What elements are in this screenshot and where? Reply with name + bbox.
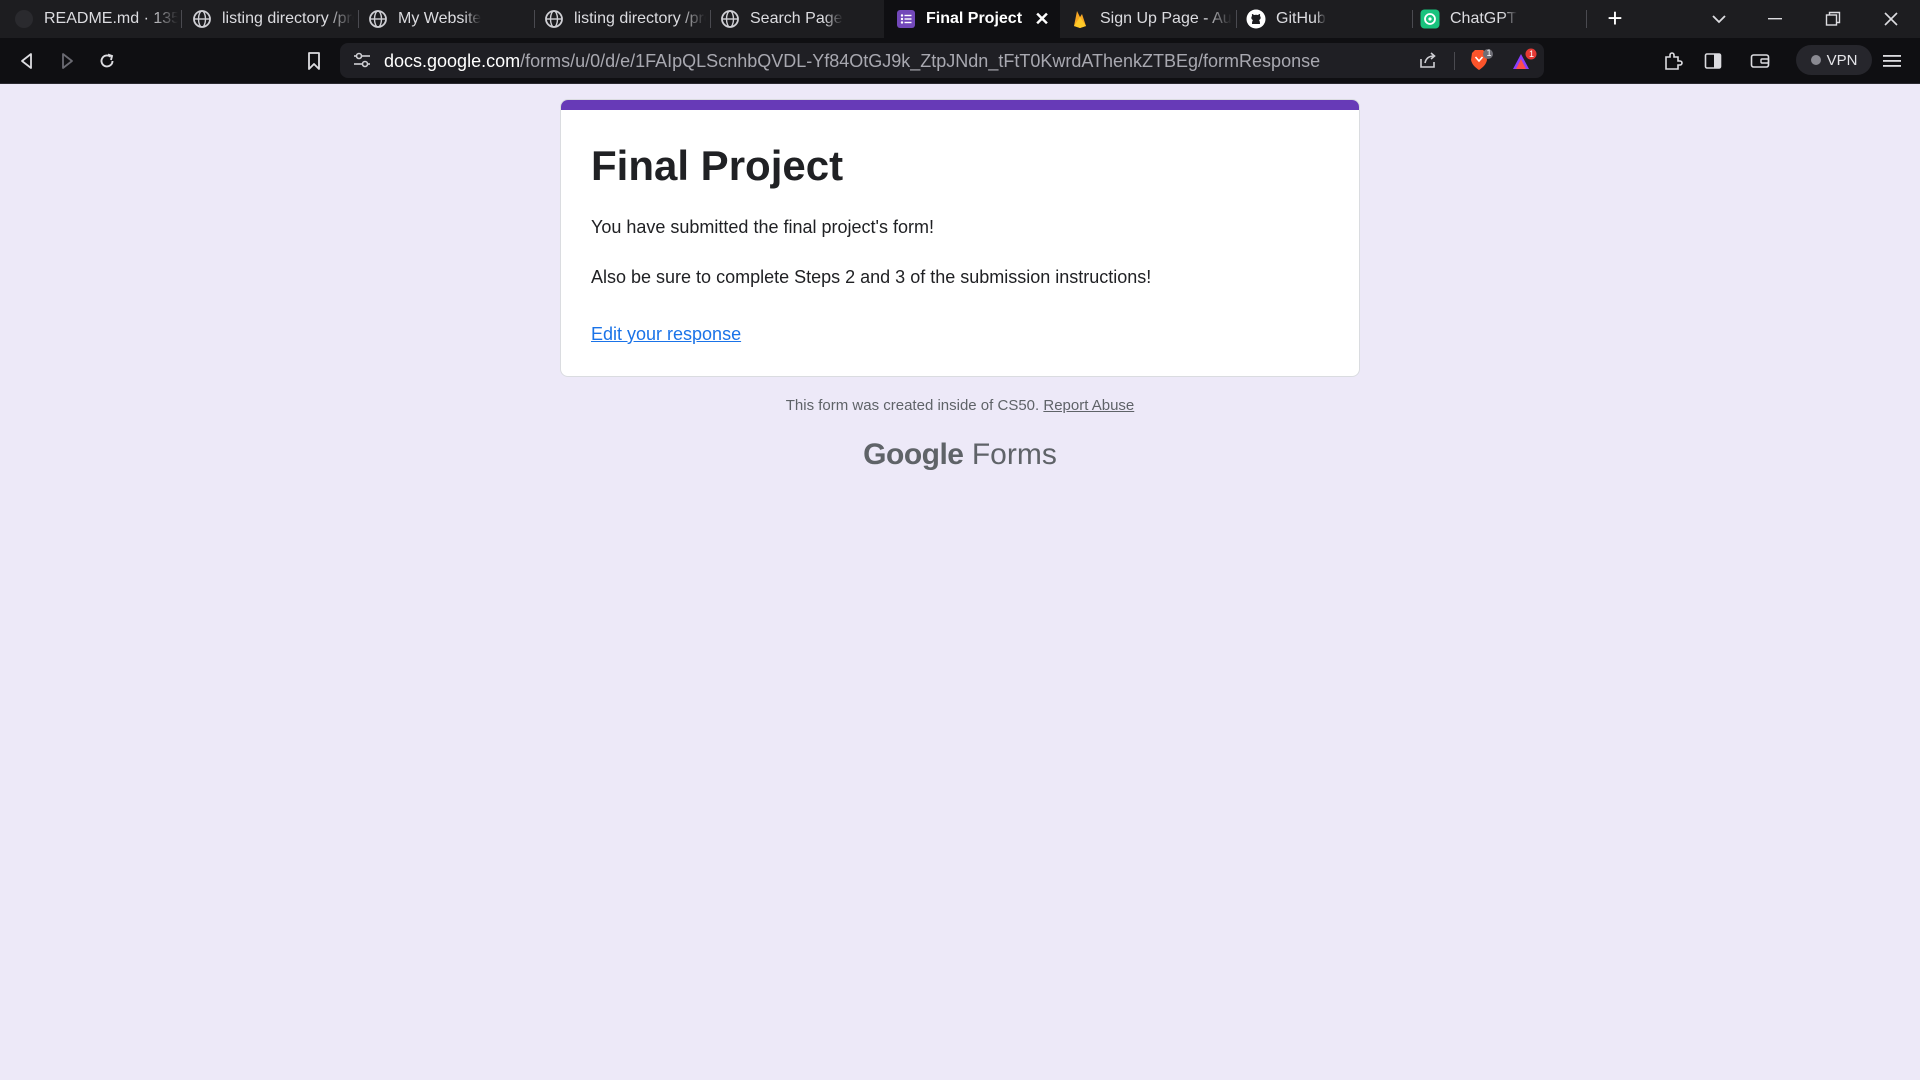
instructions-note: Also be sure to complete Steps 2 and 3 o… xyxy=(591,267,1152,287)
sidebar-toggle-button[interactable] xyxy=(1699,47,1727,75)
puzzle-icon xyxy=(1665,52,1683,70)
hamburger-menu-icon xyxy=(1883,55,1901,67)
tab-title: ChatGPT xyxy=(1450,10,1517,27)
vpn-button[interactable]: VPN xyxy=(1796,45,1872,75)
tab-strip: README.md · 1355 listing directory /proj… xyxy=(0,0,1920,38)
menu-button[interactable] xyxy=(1878,47,1906,75)
firebase-icon xyxy=(1070,9,1090,29)
wallet-button[interactable] xyxy=(1746,47,1774,75)
tab-listing-directory-1[interactable]: listing directory /project xyxy=(192,0,354,38)
tab-list-button[interactable] xyxy=(1696,0,1742,38)
tab-divider xyxy=(1412,10,1413,28)
tab-divider xyxy=(710,10,711,28)
shields-badge: 1 xyxy=(1486,48,1492,58)
forward-button[interactable] xyxy=(53,47,81,75)
back-button[interactable] xyxy=(13,47,41,75)
address-bar[interactable]: docs.google.com/forms/u/0/d/e/1FAIpQLScn… xyxy=(340,43,1544,78)
forward-arrow-icon xyxy=(62,53,73,69)
new-tab-button[interactable]: + xyxy=(1600,0,1630,38)
close-window-button[interactable] xyxy=(1868,0,1914,38)
form-confirmation-card: Final Project You have submitted the fin… xyxy=(560,99,1360,377)
tab-divider xyxy=(358,10,359,28)
tab-divider xyxy=(1236,10,1237,28)
bookmark-button[interactable] xyxy=(300,47,328,75)
sidebar-icon xyxy=(1704,53,1722,69)
form-footer: This form was created inside of CS50. Re… xyxy=(0,397,1920,414)
wallet-icon xyxy=(1750,54,1770,68)
confirmation-message: You have submitted the final project's f… xyxy=(591,217,934,237)
tab-title: My Website xyxy=(398,10,482,27)
tab-divider xyxy=(181,10,182,28)
tab-title: Sign Up Page - Authentication xyxy=(1100,10,1232,27)
github-icon xyxy=(1246,9,1266,29)
brave-shields-icon[interactable]: 1 xyxy=(1468,48,1494,74)
tab-title: Final Project xyxy=(926,10,1023,27)
minimize-icon xyxy=(1768,18,1782,20)
vpn-label: VPN xyxy=(1826,51,1858,69)
url-host: docs.google.com xyxy=(384,51,521,71)
bookmark-icon xyxy=(308,52,320,70)
tab-title: GitHub xyxy=(1276,10,1326,27)
tab-divider xyxy=(534,10,535,28)
reload-button[interactable] xyxy=(93,47,121,75)
tab-my-website[interactable]: My Website xyxy=(368,0,532,38)
restore-button[interactable] xyxy=(1810,0,1856,38)
footer-note: This form was created inside of CS50. xyxy=(785,397,1040,414)
tab-title: listing directory /project xyxy=(222,10,354,27)
tab-sign-up-page[interactable]: Sign Up Page - Authentication xyxy=(1070,0,1232,38)
chatgpt-icon xyxy=(1420,9,1440,29)
globe-icon xyxy=(720,9,740,29)
extensions-button[interactable] xyxy=(1659,47,1687,75)
vpn-status-icon xyxy=(1810,55,1821,65)
rewards-badge: 1 xyxy=(1528,49,1534,59)
tab-readme[interactable]: README.md · 1355 xyxy=(14,0,178,38)
tab-title: Search Page xyxy=(750,10,843,27)
chevron-down-icon xyxy=(1712,15,1726,24)
logo-google: Google xyxy=(863,438,964,471)
report-abuse-link[interactable]: Report Abuse xyxy=(1043,397,1134,414)
url-text[interactable]: docs.google.com/forms/u/0/d/e/1FAIpQLScn… xyxy=(384,51,1320,72)
minimize-button[interactable] xyxy=(1752,0,1798,38)
back-arrow-icon xyxy=(21,53,32,69)
globe-icon xyxy=(192,9,212,29)
github-icon xyxy=(14,9,34,29)
share-icon[interactable] xyxy=(1418,51,1438,74)
form-title: Final Project xyxy=(591,142,844,189)
google-forms-logo[interactable]: Google Forms xyxy=(0,438,1920,472)
edit-response-link[interactable]: Edit your response xyxy=(591,324,741,345)
tab-final-project[interactable]: Final Project ✕ xyxy=(884,0,1060,38)
tab-chatgpt[interactable]: ChatGPT xyxy=(1420,0,1584,38)
tab-divider xyxy=(1586,10,1587,28)
url-path: /forms/u/0/d/e/1FAIpQLScnhbQVDL-Yf84OtGJ… xyxy=(520,51,1321,71)
tab-search-page[interactable]: Search Page xyxy=(720,0,880,38)
tab-github[interactable]: GitHub xyxy=(1246,0,1410,38)
tab-title: README.md · 1355 xyxy=(44,10,178,27)
brave-rewards-icon[interactable]: 1 xyxy=(1510,48,1538,74)
reload-icon xyxy=(100,53,114,68)
logo-forms: Forms xyxy=(971,438,1057,471)
google-forms-icon xyxy=(896,9,916,29)
globe-icon xyxy=(544,9,564,29)
close-tab-icon[interactable]: ✕ xyxy=(1032,9,1052,29)
tab-listing-directory-2[interactable]: listing directory /project xyxy=(544,0,706,38)
close-icon xyxy=(1884,12,1898,26)
restore-icon xyxy=(1825,11,1841,26)
site-settings-icon[interactable] xyxy=(352,51,372,74)
form-accent-bar xyxy=(561,100,1359,110)
globe-icon xyxy=(368,9,388,29)
tab-title: listing directory /project xyxy=(574,10,706,27)
browser-toolbar: docs.google.com/forms/u/0/d/e/1FAIpQLScn… xyxy=(0,38,1920,84)
address-divider xyxy=(1454,52,1455,70)
